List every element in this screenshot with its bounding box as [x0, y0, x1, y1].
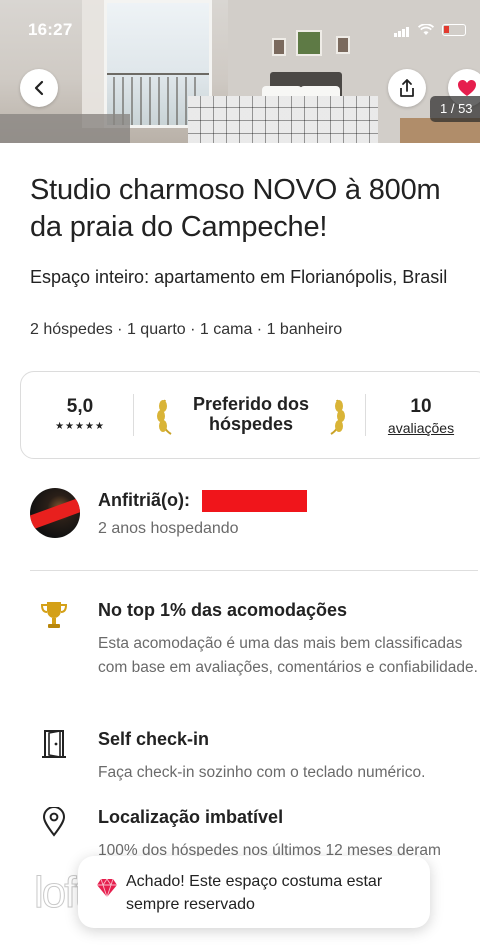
listing-title: Studio charmoso NOVO à 800m da praia do …: [30, 174, 441, 243]
rating-card[interactable]: 5,0 ★★★★★ Preferido dos hóspedes 10 aval…: [20, 371, 480, 459]
laurel-left-icon: [157, 399, 172, 435]
battery-icon: [442, 23, 466, 36]
reviews-count: 10: [410, 396, 432, 417]
location-pin-icon: [42, 807, 66, 837]
share-icon: [400, 79, 414, 97]
rare-find-toast: Achado! Este espaço costuma estar sempre…: [78, 856, 430, 928]
table: [0, 114, 130, 143]
status-icons: [394, 22, 466, 37]
host-avatar[interactable]: [30, 488, 80, 538]
toast-message: Achado! Este espaço costuma estar sempre…: [126, 873, 383, 913]
trophy-icon: [40, 602, 68, 628]
host-section[interactable]: Anfitriã(o): 2 anos hospedando: [30, 488, 470, 548]
reviews-label[interactable]: avaliações: [381, 420, 461, 436]
host-experience: 2 anos hospedando: [98, 520, 239, 537]
chevron-left-icon: [34, 80, 44, 96]
listing-details: 2 hóspedes · 1 quarto · 1 cama · 1 banhe…: [30, 321, 343, 338]
divider: [365, 394, 366, 436]
wall-frame: [272, 38, 286, 56]
signal-icon: [394, 22, 410, 37]
heart-icon: [458, 80, 476, 96]
door-icon: [42, 730, 66, 758]
feature-text: Faça check-in sozinho com o teclado numé…: [98, 764, 426, 781]
rating-score: 5,0 ★★★★★: [51, 396, 109, 432]
wall-plant: [296, 30, 322, 56]
section-divider: [30, 570, 478, 571]
guest-favorite-badge: Preferido dos hóspedes: [151, 392, 351, 440]
wifi-icon: [418, 23, 434, 35]
status-time: 16:27: [28, 20, 73, 39]
wall-frame: [336, 36, 350, 54]
divider: [133, 394, 134, 436]
feature-title: Localização imbatível: [98, 807, 284, 827]
laurel-right-icon: [330, 399, 345, 435]
feature-title: Self check-in: [98, 729, 210, 749]
photo-counter: 1 / 53: [430, 96, 480, 122]
back-button[interactable]: [20, 69, 58, 107]
reviews-link[interactable]: 10 avaliações: [381, 396, 461, 436]
bed: [188, 96, 378, 143]
rating-value: 5,0: [66, 396, 94, 417]
feature-title: No top 1% das acomodações: [98, 600, 348, 620]
host-name-redacted: [202, 490, 307, 512]
feature-text: Esta acomodação é uma das mais bem class…: [98, 635, 478, 676]
guest-favorite-label: Preferido dos hóspedes: [192, 394, 310, 434]
listing-subtitle: Espaço inteiro: apartamento em Florianóp…: [30, 267, 448, 287]
star-rating-icon: ★★★★★: [55, 421, 105, 432]
host-label: Anfitriã(o):: [98, 490, 190, 510]
share-button[interactable]: [388, 69, 426, 107]
diamond-icon: [97, 878, 117, 898]
